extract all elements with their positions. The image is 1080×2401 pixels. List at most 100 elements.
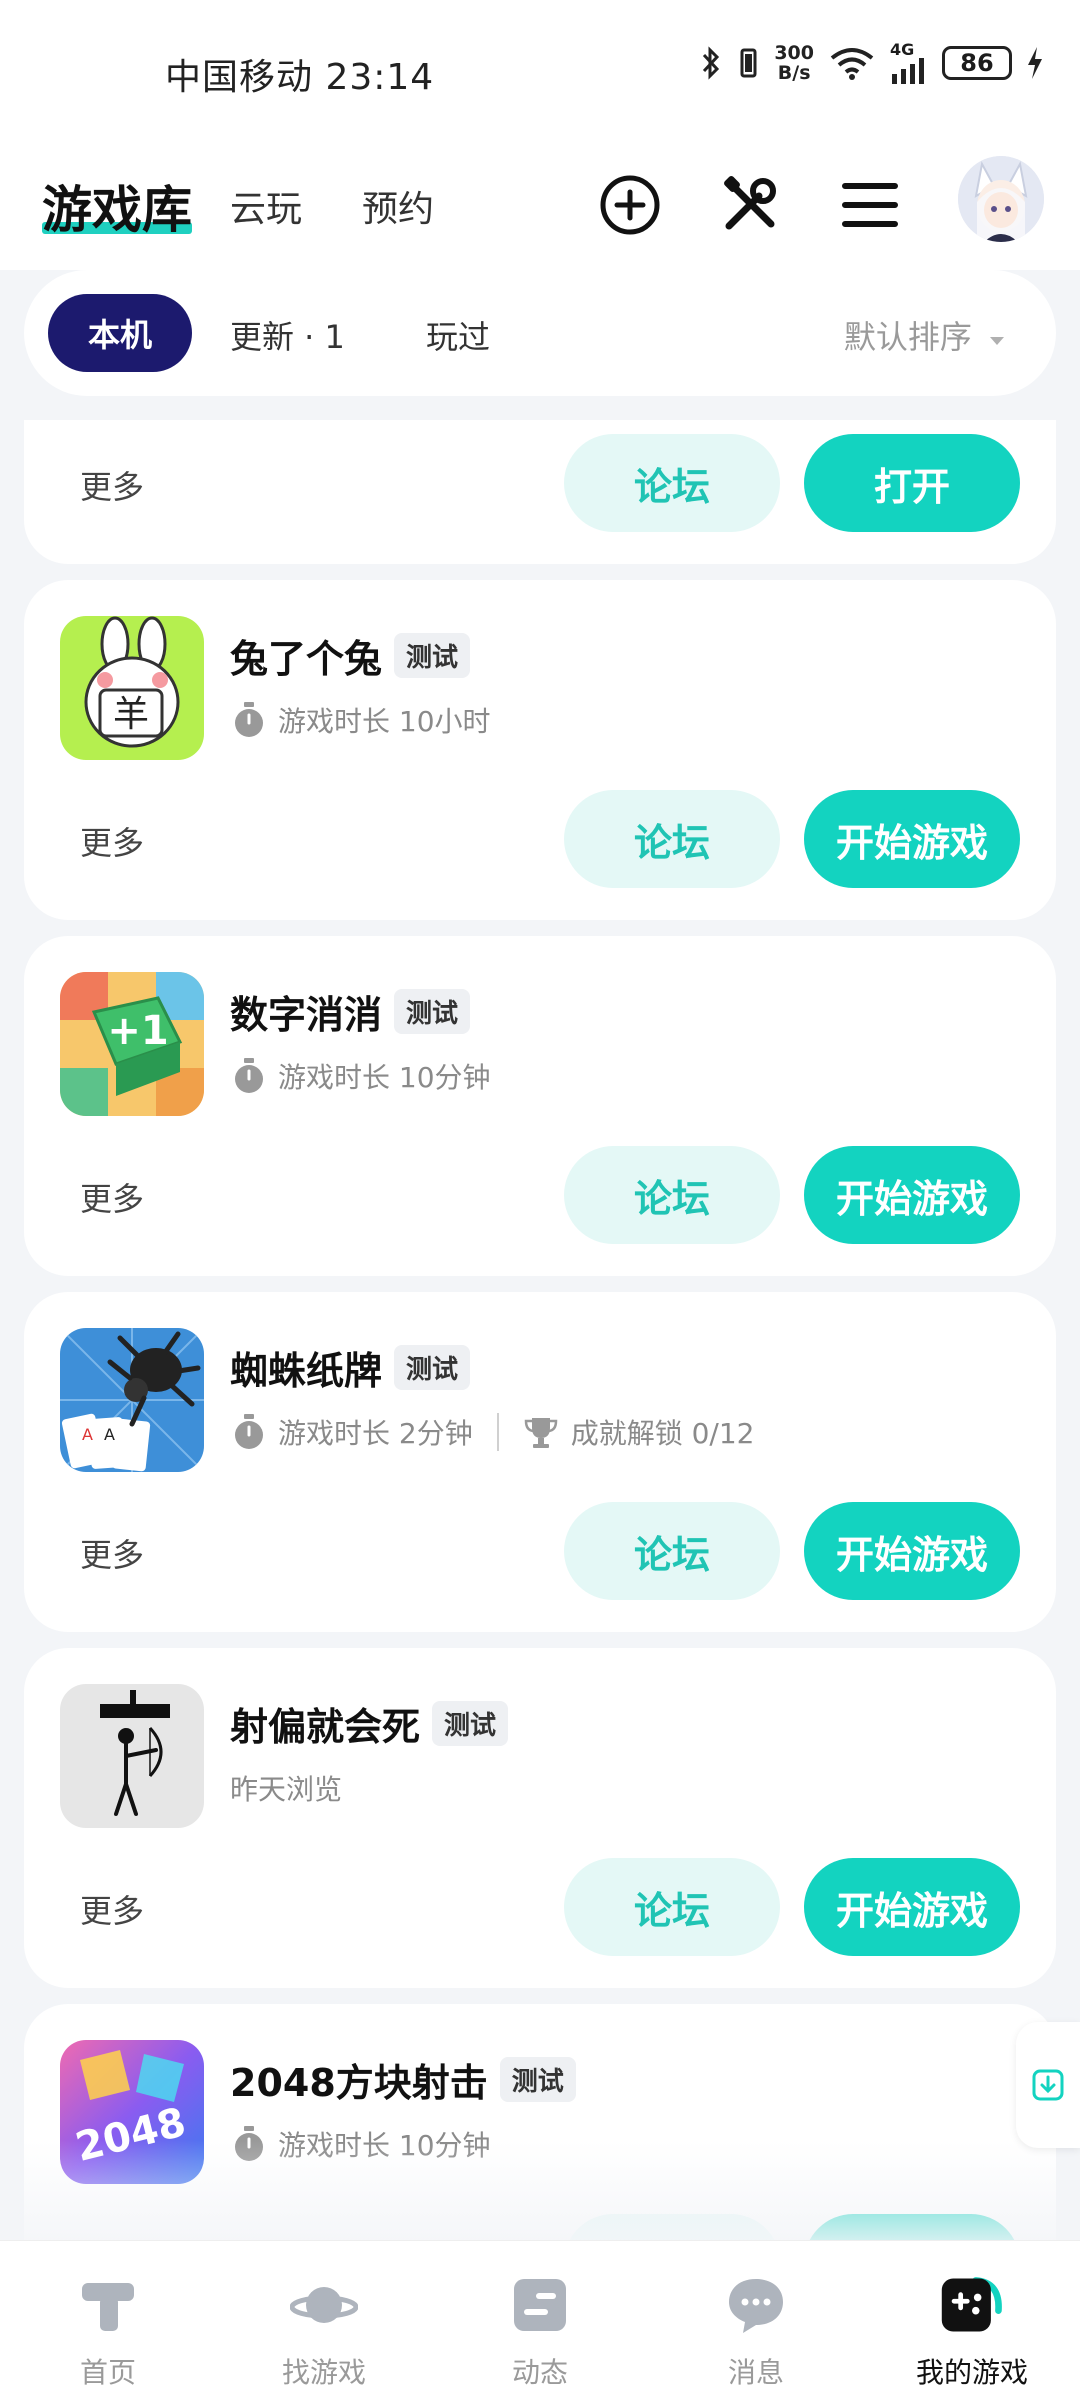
- nav-feed[interactable]: 动态: [432, 2241, 648, 2401]
- sort-dropdown[interactable]: 默认排序: [844, 312, 1006, 358]
- game-name: 射偏就会死: [230, 1705, 421, 1749]
- message-icon: [722, 2271, 790, 2339]
- wifi-icon: [830, 48, 874, 80]
- forum-button[interactable]: 论坛: [564, 1146, 780, 1244]
- start-game-button[interactable]: 开始游戏: [804, 1858, 1020, 1956]
- test-badge: 测试: [394, 633, 471, 678]
- filter-played[interactable]: 玩过: [426, 312, 490, 358]
- start-game-button[interactable]: 开始游戏: [804, 1502, 1020, 1600]
- tools-icon[interactable]: [715, 170, 785, 240]
- game-meta: 游戏时长 10分钟: [232, 1056, 491, 1096]
- svg-text:A: A: [82, 1425, 93, 1444]
- svg-text:A: A: [104, 1425, 115, 1444]
- game-title: 蜘蛛纸牌 测试: [230, 1340, 471, 1395]
- carrier-time: 中国移动 23:14: [165, 57, 435, 98]
- home-icon: [74, 2271, 142, 2339]
- game-title: 数字消消 测试: [230, 984, 471, 1039]
- more-link[interactable]: 更多: [80, 1174, 144, 1220]
- svg-text:+1: +1: [107, 1008, 168, 1054]
- signal-icon: [892, 58, 924, 84]
- nav-my-games[interactable]: 我的游戏: [864, 2241, 1080, 2401]
- more-link[interactable]: 更多: [80, 1886, 144, 1932]
- bottom-nav: 首页 找游戏 动态 消息 我的游戏: [0, 2240, 1080, 2401]
- more-link[interactable]: 更多: [80, 462, 144, 508]
- add-circle-icon[interactable]: [595, 170, 665, 240]
- more-link[interactable]: 更多: [80, 818, 144, 864]
- nav-discover[interactable]: 找游戏: [216, 2241, 432, 2401]
- cellular: 4G: [890, 42, 928, 84]
- game-card: A A 蜘蛛纸牌 测试 游戏时长 2分钟 成就解锁 0/12 更多 论坛 开始游…: [24, 1292, 1056, 1632]
- start-game-button[interactable]: 开始游戏: [804, 1146, 1020, 1244]
- download-manager-tab[interactable]: [1016, 2022, 1080, 2148]
- game-card: 羊 兔了个兔 测试 游戏时长 10小时 更多 论坛 开始游戏: [24, 580, 1056, 920]
- stopwatch-icon: [235, 702, 263, 737]
- open-button[interactable]: 打开: [804, 434, 1020, 532]
- game-title: 2048方块射击 测试: [230, 2052, 576, 2107]
- test-badge: 测试: [394, 989, 471, 1034]
- forum-button[interactable]: 论坛: [564, 434, 780, 532]
- game-card: 射偏就会死 测试 昨天浏览 更多 论坛 开始游戏: [24, 1648, 1056, 1988]
- game-icon-number-match[interactable]: +1: [60, 972, 204, 1116]
- playtime: 游戏时长 2分钟: [278, 1417, 473, 1450]
- game-icon-rabbit[interactable]: 羊: [60, 616, 204, 760]
- test-badge: 测试: [499, 2057, 576, 2102]
- vibrate-icon: [740, 48, 757, 78]
- forum-button[interactable]: 论坛: [564, 1858, 780, 1956]
- more-link[interactable]: 更多: [80, 1530, 144, 1576]
- tab-cloud-play[interactable]: 云玩: [230, 180, 302, 232]
- menu-icon[interactable]: [835, 170, 905, 240]
- game-title: 射偏就会死 测试: [230, 1696, 509, 1751]
- stopwatch-icon: [235, 1058, 263, 1093]
- forum-button[interactable]: 论坛: [564, 790, 780, 888]
- nav-messages[interactable]: 消息: [648, 2241, 864, 2401]
- forum-button[interactable]: 论坛: [564, 1502, 780, 1600]
- download-icon: [1032, 2069, 1064, 2101]
- status-icons: 300 B/s 4G 86: [700, 42, 1044, 84]
- nav-label: 首页: [79, 2356, 136, 2389]
- game-icon-archer[interactable]: [60, 1684, 204, 1828]
- net-speed-value: 300: [774, 42, 814, 64]
- feed-icon: [506, 2271, 574, 2339]
- battery-indicator: 86: [942, 46, 1012, 80]
- nav-home[interactable]: 首页: [0, 2241, 216, 2401]
- network-type: 4G: [890, 40, 915, 59]
- tab-game-library[interactable]: 游戏库: [42, 170, 192, 242]
- last-browsed: 昨天浏览: [230, 1773, 343, 1806]
- game-name: 2048方块射击: [230, 2061, 488, 2105]
- caret-down-icon: [990, 337, 1004, 345]
- scroll-fade: [0, 2140, 1080, 2240]
- achievement-progress: 成就解锁 0/12: [570, 1417, 755, 1450]
- nav-label: 消息: [727, 2356, 784, 2389]
- status-bar: 中国移动 23:14 300 B/s 4G 86: [0, 0, 1080, 140]
- bluetooth-icon: [703, 46, 720, 80]
- game-name: 蜘蛛纸牌: [230, 1349, 383, 1393]
- nav-label: 我的游戏: [915, 2356, 1028, 2389]
- filter-updates[interactable]: 更新 · 1: [230, 312, 345, 358]
- avatar[interactable]: [958, 156, 1044, 242]
- stopwatch-icon: [235, 1414, 263, 1449]
- net-speed: 300 B/s: [774, 43, 814, 83]
- test-badge: 测试: [394, 1345, 471, 1390]
- playtime: 游戏时长 10分钟: [278, 1061, 491, 1094]
- game-meta: 游戏时长 2分钟 成就解锁 0/12: [232, 1412, 755, 1452]
- test-badge: 测试: [432, 1701, 509, 1746]
- top-header: 游戏库 云玩 预约: [0, 140, 1080, 270]
- game-name: 数字消消: [230, 993, 383, 1037]
- game-meta: 游戏时长 10小时: [232, 700, 491, 740]
- charging-icon: [1028, 47, 1042, 79]
- playtime: 游戏时长 10小时: [278, 705, 491, 738]
- planet-icon: [290, 2271, 358, 2339]
- nav-label: 找游戏: [281, 2356, 366, 2389]
- game-title: 兔了个兔 测试: [230, 628, 471, 683]
- tab-reservation[interactable]: 预约: [362, 180, 434, 232]
- game-icon-spider-solitaire[interactable]: A A: [60, 1328, 204, 1472]
- gamepad-icon: [938, 2271, 1006, 2339]
- start-game-button[interactable]: 开始游戏: [804, 790, 1020, 888]
- meta-divider: [496, 1413, 499, 1451]
- trophy-icon: [524, 1418, 557, 1448]
- filter-local[interactable]: 本机: [48, 294, 192, 372]
- game-name: 兔了个兔: [230, 637, 383, 681]
- game-card: 更多 论坛 打开: [24, 420, 1056, 564]
- filter-bar: 本机 更新 · 1 玩过 默认排序: [24, 270, 1056, 396]
- svg-text:羊: 羊: [113, 694, 149, 735]
